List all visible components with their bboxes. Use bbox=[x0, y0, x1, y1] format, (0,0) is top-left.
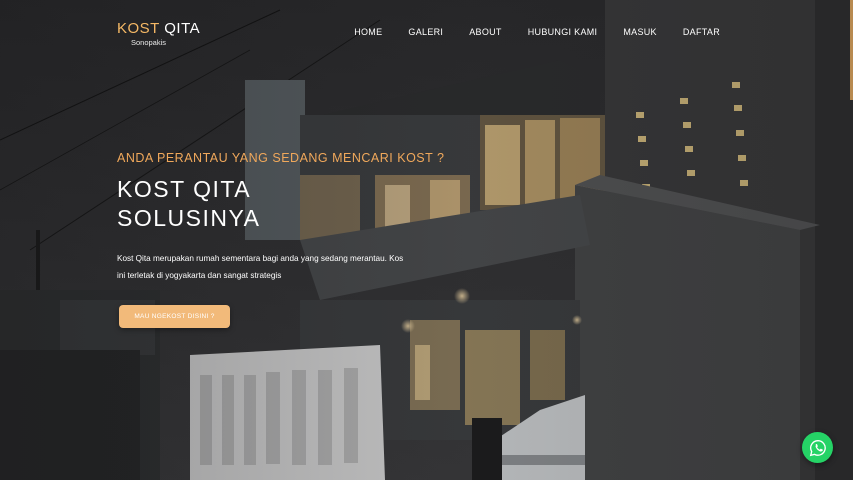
hero-description-line1: Kost Qita merupakan rumah sementara bagi… bbox=[117, 254, 404, 263]
main-navigation: HOME GALERI ABOUT HUBUNGI KAMI MASUK DAF… bbox=[328, 27, 720, 37]
hero-headline-line1: KOST QITA bbox=[117, 176, 252, 202]
hero-description: Kost Qita merupakan rumah sementara bagi… bbox=[117, 250, 437, 284]
hero-dark-overlay bbox=[0, 0, 853, 480]
brand-subtitle: Sonopakis bbox=[131, 38, 167, 47]
hero-description-line2: ini terletak di yogyakarta dan sangat st… bbox=[117, 271, 282, 280]
nav-item-home[interactable]: HOME bbox=[354, 27, 382, 37]
hero-section: KOST QITA Sonopakis HOME GALERI ABOUT HU… bbox=[0, 0, 853, 480]
hero-headline-line2: SOLUSINYA bbox=[117, 205, 261, 231]
whatsapp-icon bbox=[809, 439, 826, 456]
nav-item-about[interactable]: ABOUT bbox=[469, 27, 502, 37]
brand-name-part1: KOST bbox=[117, 20, 160, 37]
brand-name: KOST QITA bbox=[117, 21, 200, 37]
nav-item-masuk[interactable]: MASUK bbox=[623, 27, 657, 37]
hero-tagline: ANDA PERANTAU YANG SEDANG MENCARI KOST ? bbox=[117, 151, 445, 165]
brand-name-part2: QITA bbox=[164, 20, 201, 37]
nav-item-galeri[interactable]: GALERI bbox=[408, 27, 443, 37]
cta-button[interactable]: MAU NGEKOST DISINI ? bbox=[119, 305, 230, 328]
hero-headline: KOST QITA SOLUSINYA bbox=[117, 175, 417, 233]
nav-item-daftar[interactable]: DAFTAR bbox=[683, 27, 720, 37]
whatsapp-chat-button[interactable] bbox=[802, 432, 833, 463]
nav-item-hubungi-kami[interactable]: HUBUNGI KAMI bbox=[528, 27, 598, 37]
brand-logo[interactable]: KOST QITA Sonopakis bbox=[117, 21, 200, 48]
